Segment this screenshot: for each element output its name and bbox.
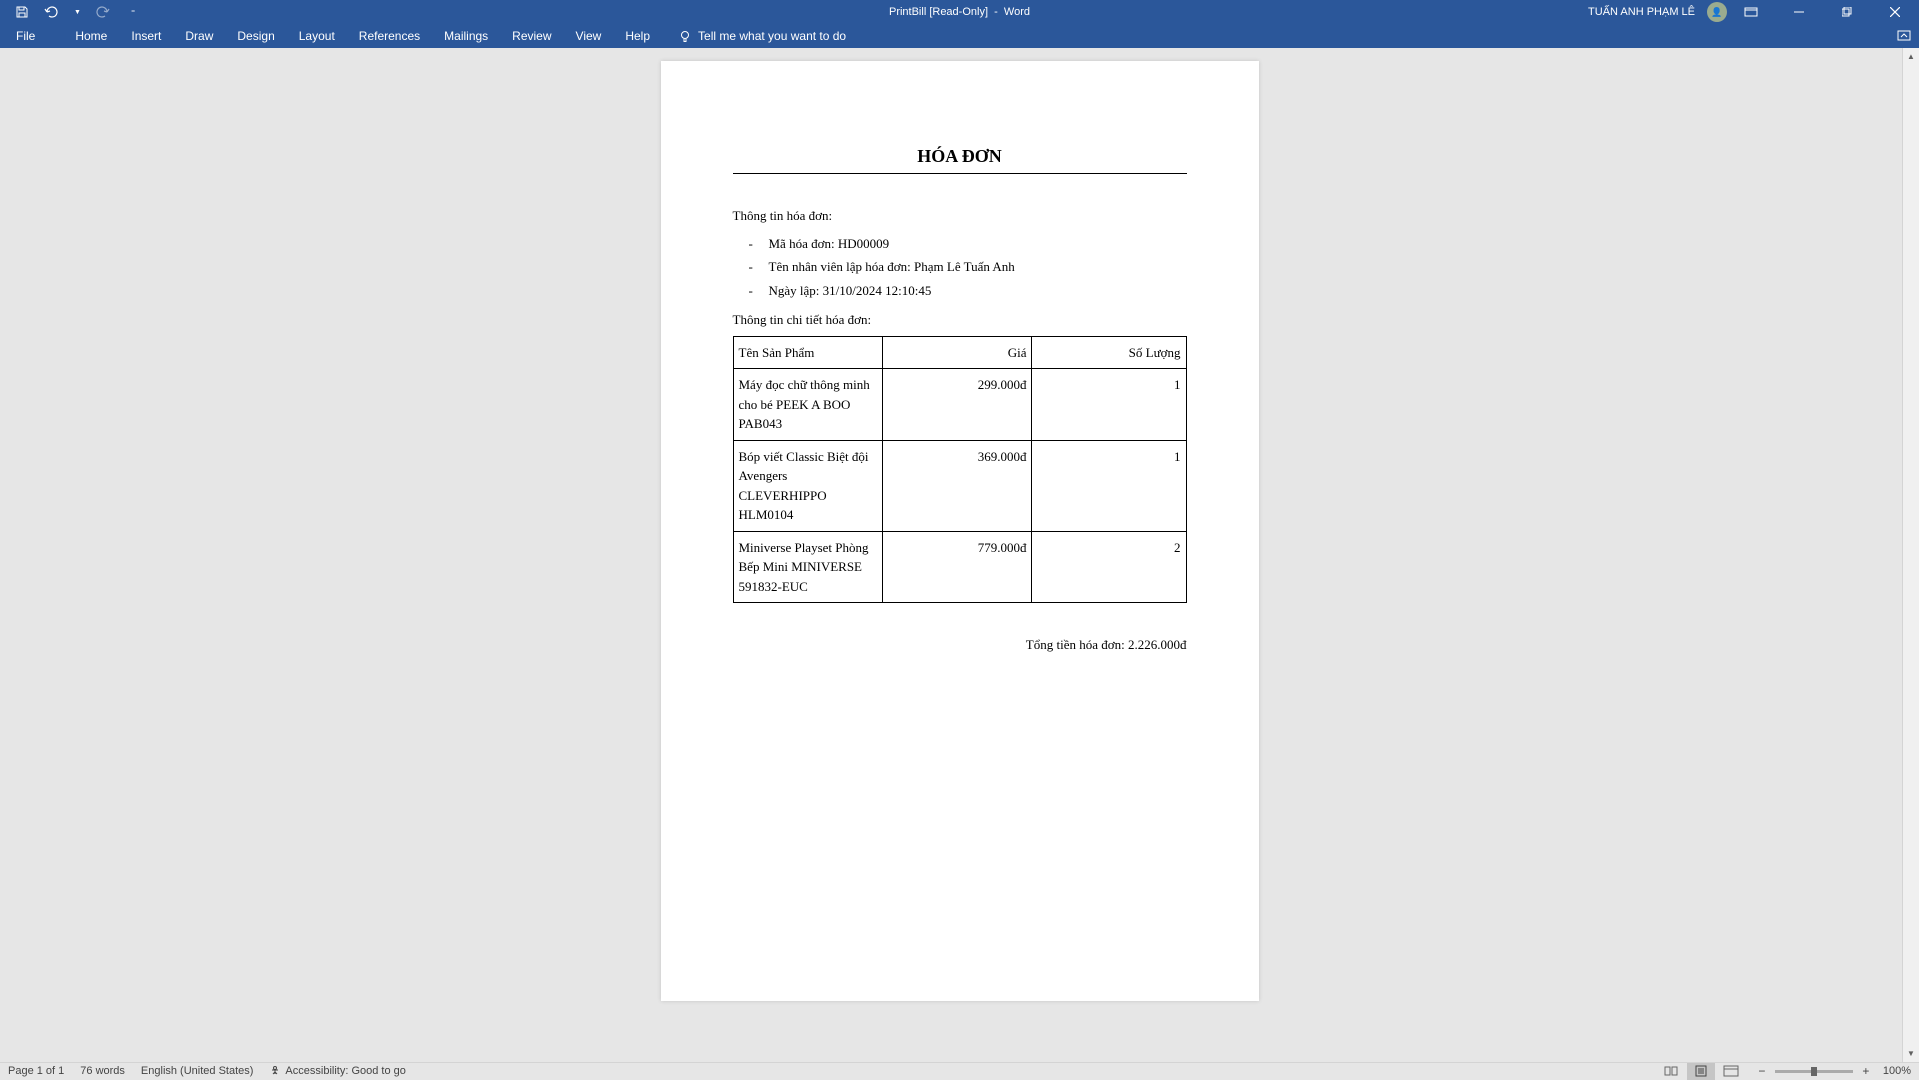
tab-review[interactable]: Review [500,24,563,48]
tab-mailings[interactable]: Mailings [432,24,500,48]
app-name: Word [1004,6,1030,18]
ribbon-collapse-icon[interactable] [1897,30,1911,42]
tell-me-label: Tell me what you want to do [698,29,846,43]
table-row: Miniverse Playset Phòng Bếp Mini MINIVER… [733,531,1186,603]
save-icon[interactable] [14,4,30,20]
window-title: PrintBill [Read-Only] - Word [889,6,1030,18]
tab-draw[interactable]: Draw [173,24,225,48]
scroll-down-icon[interactable]: ▼ [1903,1045,1919,1062]
invoice-table: Tên Sản Phẩm Giá Số Lượng Máy đọc chữ th… [733,336,1187,604]
info-item-billcode: - Mã hóa đơn: HD00009 [749,232,1187,256]
status-right: − + 100% [1657,1063,1911,1080]
table-header-row: Tên Sản Phẩm Giá Số Lượng [733,336,1186,369]
info-list: - Mã hóa đơn: HD00009 - Tên nhân viên lậ… [733,232,1187,303]
scroll-up-icon[interactable]: ▲ [1903,48,1919,65]
cell-qty: 1 [1032,369,1186,441]
lightbulb-icon [678,29,692,43]
document-area[interactable]: HÓA ĐƠN Thông tin hóa đơn: - Mã hóa đơn:… [0,48,1919,1062]
cell-price: 369.000đ [882,440,1031,531]
document-page: HÓA ĐƠN Thông tin hóa đơn: - Mã hóa đơn:… [661,61,1259,1001]
cell-name: Bóp viết Classic Biệt đội Avengers CLEVE… [733,440,882,531]
redo-icon[interactable] [95,4,111,20]
tab-home[interactable]: Home [63,24,119,48]
status-left: Page 1 of 1 76 words English (United Sta… [8,1065,406,1077]
zoom-slider[interactable]: − + [1755,1064,1873,1078]
user-name[interactable]: TUẤN ANH PHẠM LÊ [1588,6,1695,18]
tab-help[interactable]: Help [613,24,662,48]
customize-qat-icon[interactable]: ⁼ [131,8,135,17]
ribbon-display-icon[interactable] [1739,7,1763,17]
cell-price: 779.000đ [882,531,1031,603]
header-qty: Số Lượng [1032,336,1186,369]
word-count[interactable]: 76 words [80,1065,125,1077]
document-body: Thông tin hóa đơn: - Mã hóa đơn: HD00009… [733,206,1187,655]
tab-layout[interactable]: Layout [287,24,347,48]
header-product-name: Tên Sản Phẩm [733,336,882,369]
header-price: Giá [882,336,1031,369]
cell-qty: 1 [1032,440,1186,531]
read-mode-icon[interactable] [1657,1063,1685,1080]
cell-name: Miniverse Playset Phòng Bếp Mini MINIVER… [733,531,882,603]
zoom-out-icon[interactable]: − [1755,1064,1769,1078]
cell-price: 299.000đ [882,369,1031,441]
tab-design[interactable]: Design [225,24,286,48]
cell-name: Máy đọc chữ thông minh cho bé PEEK A BOO… [733,369,882,441]
vertical-scrollbar[interactable]: ▲ ▼ [1902,48,1919,1062]
ribbon-tabs: File Home Insert Draw Design Layout Refe… [0,24,1919,48]
tab-references[interactable]: References [347,24,432,48]
detail-section-label: Thông tin chi tiết hóa đơn: [733,310,1187,330]
info-section-label: Thông tin hóa đơn: [733,206,1187,226]
page-indicator[interactable]: Page 1 of 1 [8,1065,64,1077]
title-underline [733,173,1187,174]
maximize-icon[interactable] [1835,7,1859,17]
document-name: PrintBill [Read-Only] [889,6,988,18]
quick-access-toolbar: ▼ ⁼ [0,4,135,20]
zoom-thumb[interactable] [1811,1067,1817,1076]
table-row: Bóp viết Classic Biệt đội Avengers CLEVE… [733,440,1186,531]
zoom-in-icon[interactable]: + [1859,1064,1873,1078]
title-bar-right: TUẤN ANH PHẠM LÊ 👤 [1588,2,1919,22]
accessibility-indicator[interactable]: Accessibility: Good to go [269,1065,405,1077]
zoom-percent[interactable]: 100% [1883,1065,1911,1077]
total-line: Tổng tiền hóa đơn: 2.226.000đ [733,635,1187,655]
accessibility-icon [269,1065,281,1077]
minimize-icon[interactable] [1787,7,1811,17]
web-layout-icon[interactable] [1717,1063,1745,1080]
title-bar: ▼ ⁼ PrintBill [Read-Only] - Word TUẤN AN… [0,0,1919,24]
table-row: Máy đọc chữ thông minh cho bé PEEK A BOO… [733,369,1186,441]
info-item-staff: - Tên nhân viên lập hóa đơn: Phạm Lê Tuấ… [749,255,1187,279]
tab-file[interactable]: File [0,24,51,48]
info-item-date: - Ngày lập: 31/10/2024 12:10:45 [749,279,1187,303]
cell-qty: 2 [1032,531,1186,603]
undo-icon[interactable] [44,4,60,20]
zoom-track[interactable] [1775,1070,1853,1073]
tab-view[interactable]: View [564,24,614,48]
document-title: HÓA ĐƠN [733,146,1187,173]
close-icon[interactable] [1883,7,1907,17]
language-indicator[interactable]: English (United States) [141,1065,254,1077]
user-avatar-icon[interactable]: 👤 [1707,2,1727,22]
status-bar: Page 1 of 1 76 words English (United Sta… [0,1062,1919,1079]
tab-insert[interactable]: Insert [119,24,173,48]
tell-me-search[interactable]: Tell me what you want to do [662,29,846,43]
print-layout-icon[interactable] [1687,1063,1715,1080]
undo-dropdown-icon[interactable]: ▼ [74,9,81,16]
